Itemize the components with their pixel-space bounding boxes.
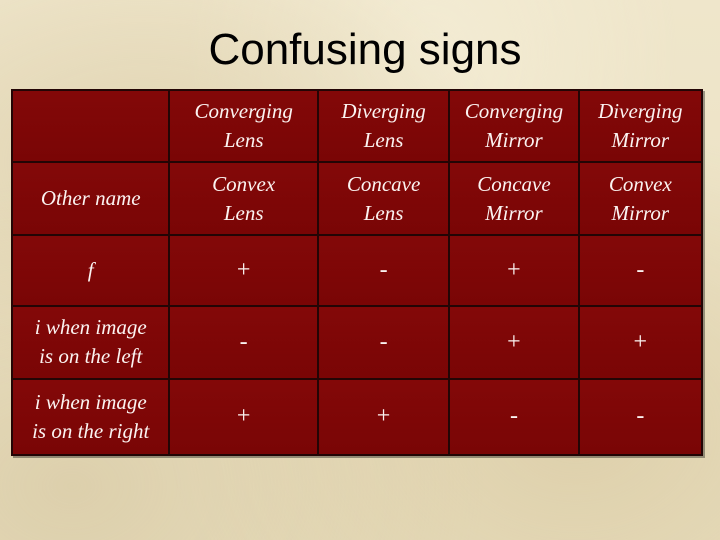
sign-cell: - xyxy=(168,305,319,380)
cell-line: Concave xyxy=(477,171,551,196)
cell-line: Lens xyxy=(223,200,264,225)
header-line: Lens xyxy=(363,128,404,153)
cell-line: Mirror xyxy=(485,200,543,225)
table-row-image-left: i when image is on the left - - + + xyxy=(10,305,704,380)
label-line: i when image xyxy=(34,315,147,340)
table-cell: Convex Lens xyxy=(168,161,319,236)
sign-cell: + xyxy=(448,233,580,308)
slide-title: Confusing signs xyxy=(208,25,522,74)
sign-cell: + xyxy=(168,233,319,308)
sign-cell: + xyxy=(577,305,704,380)
table-cell: Concave Mirror xyxy=(448,161,580,236)
table-row-other-name: Other name Convex Lens Concave Lens Conc… xyxy=(10,161,704,236)
sign-cell: + xyxy=(448,305,580,380)
row-label: Other name xyxy=(10,161,171,236)
sign-cell: - xyxy=(316,305,451,380)
table-cell: Convex Mirror xyxy=(577,161,704,236)
cell-line: Concave xyxy=(346,171,421,196)
header-converging-lens: Converging Lens xyxy=(168,88,319,164)
label-line: is on the left xyxy=(39,344,143,369)
cell-line: Mirror xyxy=(611,200,670,225)
table-row-image-right: i when image is on the right + + - - xyxy=(10,377,704,457)
signs-table: Converging Lens Diverging Lens Convergin… xyxy=(10,88,704,457)
row-label: i when image is on the right xyxy=(10,377,171,457)
sign-cell: - xyxy=(448,377,580,457)
header-line: Diverging xyxy=(598,99,683,124)
corner-cell xyxy=(10,88,171,164)
header-line: Mirror xyxy=(611,128,670,153)
table-header-row: Converging Lens Diverging Lens Convergin… xyxy=(10,88,704,164)
sign-cell: + xyxy=(168,377,319,457)
header-converging-mirror: Converging Mirror xyxy=(448,88,580,164)
header-line: Diverging xyxy=(341,99,426,124)
label-line: is on the right xyxy=(32,418,150,443)
table-row-f: f + - + - xyxy=(10,233,704,308)
header-diverging-mirror: Diverging Mirror xyxy=(577,88,704,164)
header-line: Lens xyxy=(223,128,264,153)
header-line: Converging xyxy=(464,99,564,124)
row-label: i when image is on the left xyxy=(10,305,171,380)
row-label: f xyxy=(10,233,171,308)
sign-cell: - xyxy=(577,233,704,308)
cell-line: Convex xyxy=(608,171,672,196)
header-line: Mirror xyxy=(485,128,543,153)
cell-line: Lens xyxy=(363,200,404,225)
sign-cell: + xyxy=(316,377,451,457)
header-line: Converging xyxy=(194,99,293,124)
label-line: i when image xyxy=(34,389,147,414)
cell-line: Convex xyxy=(212,171,276,196)
header-diverging-lens: Diverging Lens xyxy=(316,88,451,164)
sign-cell: - xyxy=(577,377,704,457)
table-cell: Concave Lens xyxy=(316,161,451,236)
sign-cell: - xyxy=(316,233,451,308)
